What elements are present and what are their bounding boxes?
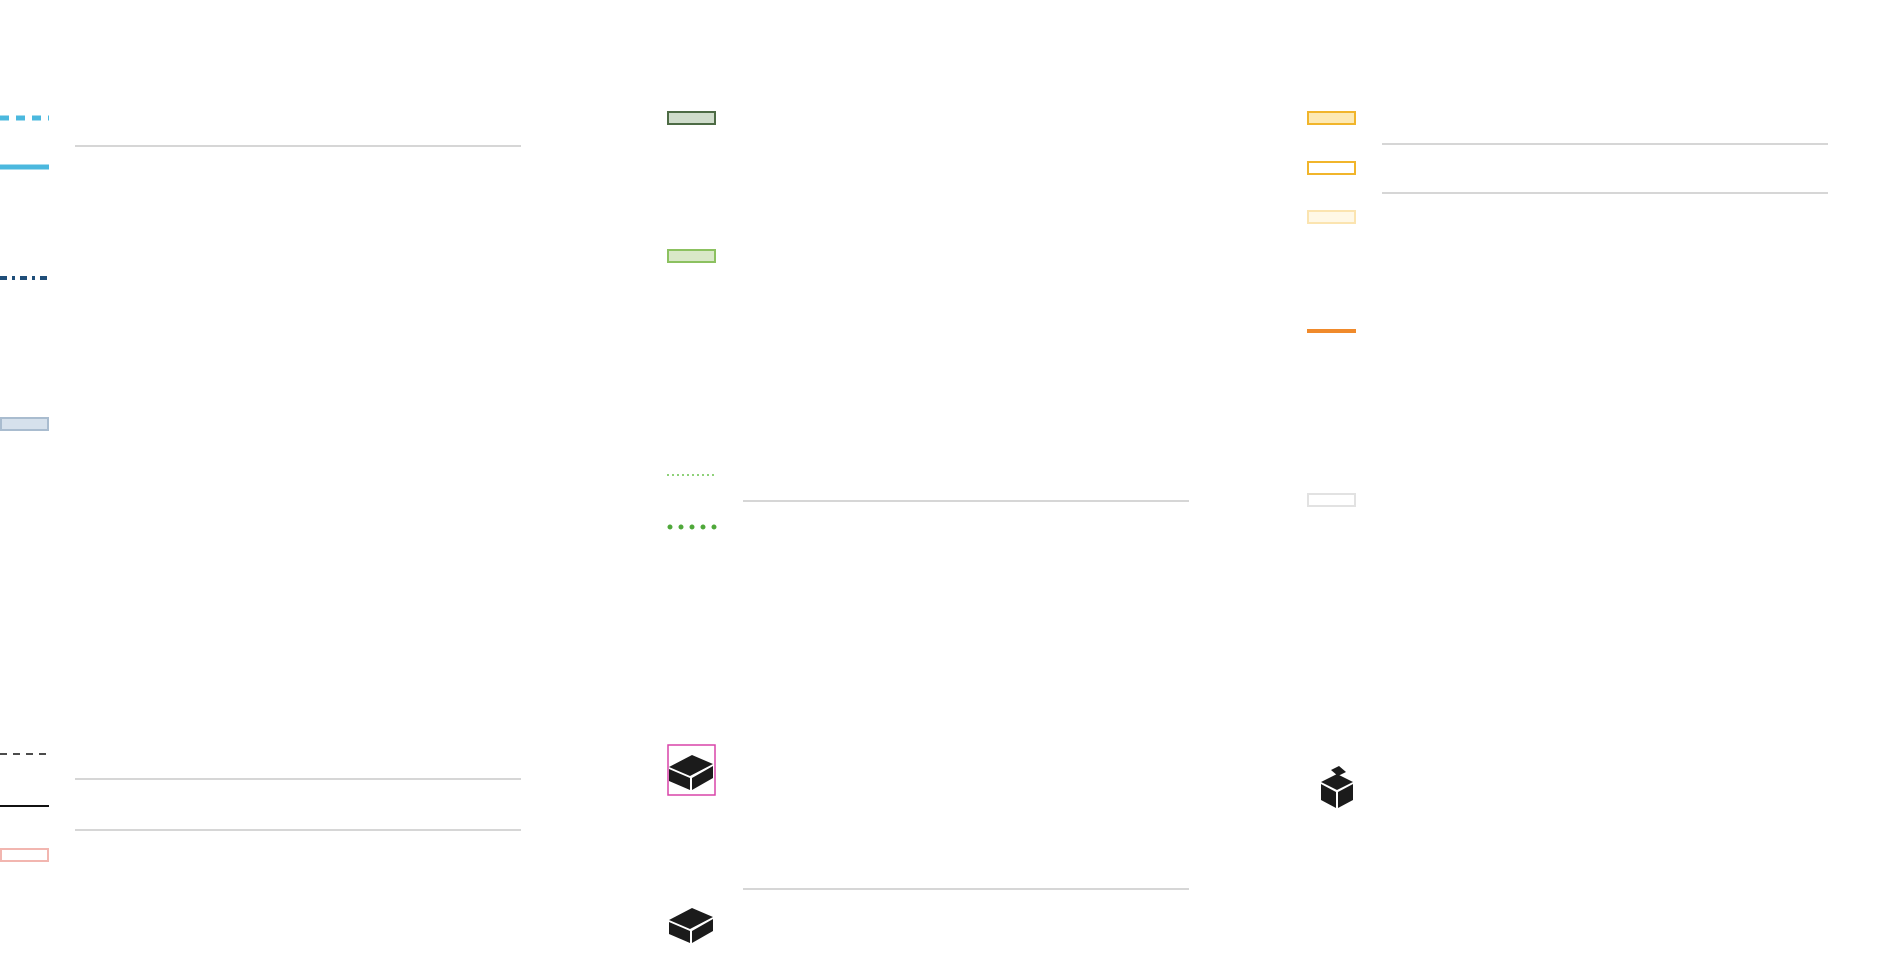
steel-filled-rectangle-icon <box>0 417 49 431</box>
cube-icon <box>1320 766 1354 808</box>
legend-column-2 <box>667 111 1189 943</box>
salmon-outline-rectangle-icon <box>0 848 49 862</box>
legend-diagram <box>0 111 1828 943</box>
pale-gold-rectangle-icon <box>1307 210 1356 224</box>
light-green-rectangle-icon <box>667 249 716 263</box>
legend-column-1 <box>0 115 521 862</box>
dark-green-rectangle-icon <box>667 111 716 125</box>
pale-gray-rectangle-icon <box>1307 493 1356 507</box>
box-in-magenta-frame-icon <box>667 744 716 796</box>
gold-outline-rectangle-icon <box>1307 161 1356 175</box>
box-icon <box>668 908 714 943</box>
gold-filled-rectangle-icon <box>1307 111 1356 125</box>
legend-column-3 <box>1307 111 1828 808</box>
